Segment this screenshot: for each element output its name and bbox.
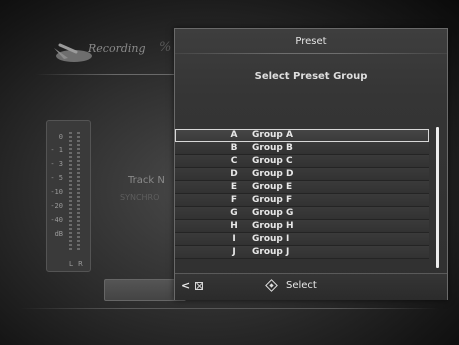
db-unit-label: dB [54,230,63,238]
group-name: Group E [252,182,293,192]
dialog-title: Preset [295,36,327,47]
group-letter: C [230,156,238,166]
group-letter: I [232,234,236,244]
group-letter: E [230,182,238,192]
db-scale-label: -40 [50,216,63,224]
recording-title: Recording [88,42,146,55]
channel-label-left: L [69,260,73,268]
preset-group-list: A Group A B Group B C Group C D Group D E Gro… [175,129,429,259]
dialog-subtitle: Select Preset Group [254,71,368,82]
footer-divider [20,308,439,309]
group-letter: G [230,208,238,218]
db-scale-label: -10 [50,188,63,196]
group-letter: A [230,130,238,140]
group-name: Group D [252,169,294,179]
db-scale-label: -20 [50,202,63,210]
return-box-icon[interactable] [195,282,203,290]
preset-dialog: Preset Select Preset Group A Group A B Gro… [174,28,448,300]
dialog-footer: < Select [175,273,447,300]
scrollbar-thumb[interactable] [436,127,439,268]
group-letter: B [230,143,238,153]
group-letter: F [230,195,238,205]
group-letter: H [230,221,238,231]
list-item-group-c[interactable]: C Group C [175,155,429,168]
group-letter: D [230,169,238,179]
db-scale-label: - 1 [50,146,63,154]
meter-bar-right [77,132,80,250]
list-item-group-d[interactable]: D Group D [175,168,429,181]
channel-label-right: R [78,260,83,268]
track-label: Track N [128,175,165,186]
back-arrow-icon[interactable]: < [181,280,190,292]
list-item-group-g[interactable]: G Group G [175,207,429,220]
screen: Recording % 0 - 1 - 3 - 5 -10 -20 -40 dB… [0,0,459,345]
group-name: Group J [252,247,290,257]
list-scrollbar[interactable] [436,127,439,268]
list-item-group-j[interactable]: J Group J [175,246,429,259]
group-name: Group A [252,130,293,140]
list-item-group-e[interactable]: E Group E [175,181,429,194]
sync-label: SYNCHRO [120,193,160,202]
group-name: Group B [252,143,293,153]
diamond-select-icon [265,279,278,292]
db-scale-label: 0 [58,133,63,141]
group-name: Group G [252,208,294,218]
select-button-label[interactable]: Select [286,280,317,291]
group-name: Group C [252,156,293,166]
level-meter: 0 - 1 - 3 - 5 -10 -20 -40 dB L R [46,120,91,272]
group-name: Group F [252,195,293,205]
group-letter: J [232,247,236,257]
db-scale-label: - 5 [50,174,63,182]
group-name: Group H [252,221,294,231]
list-item-group-h[interactable]: H Group H [175,220,429,233]
group-name: Group I [252,234,290,244]
background-partial-mark: % [159,40,172,55]
list-item-group-f[interactable]: F Group F [175,194,429,207]
db-scale-label: - 3 [50,160,63,168]
list-item-group-i[interactable]: I Group I [175,233,429,246]
list-item-group-b[interactable]: B Group B [175,142,429,155]
meter-bar-left [69,132,72,250]
dialog-title-divider [175,53,447,54]
list-item-group-a[interactable]: A Group A [175,129,429,142]
